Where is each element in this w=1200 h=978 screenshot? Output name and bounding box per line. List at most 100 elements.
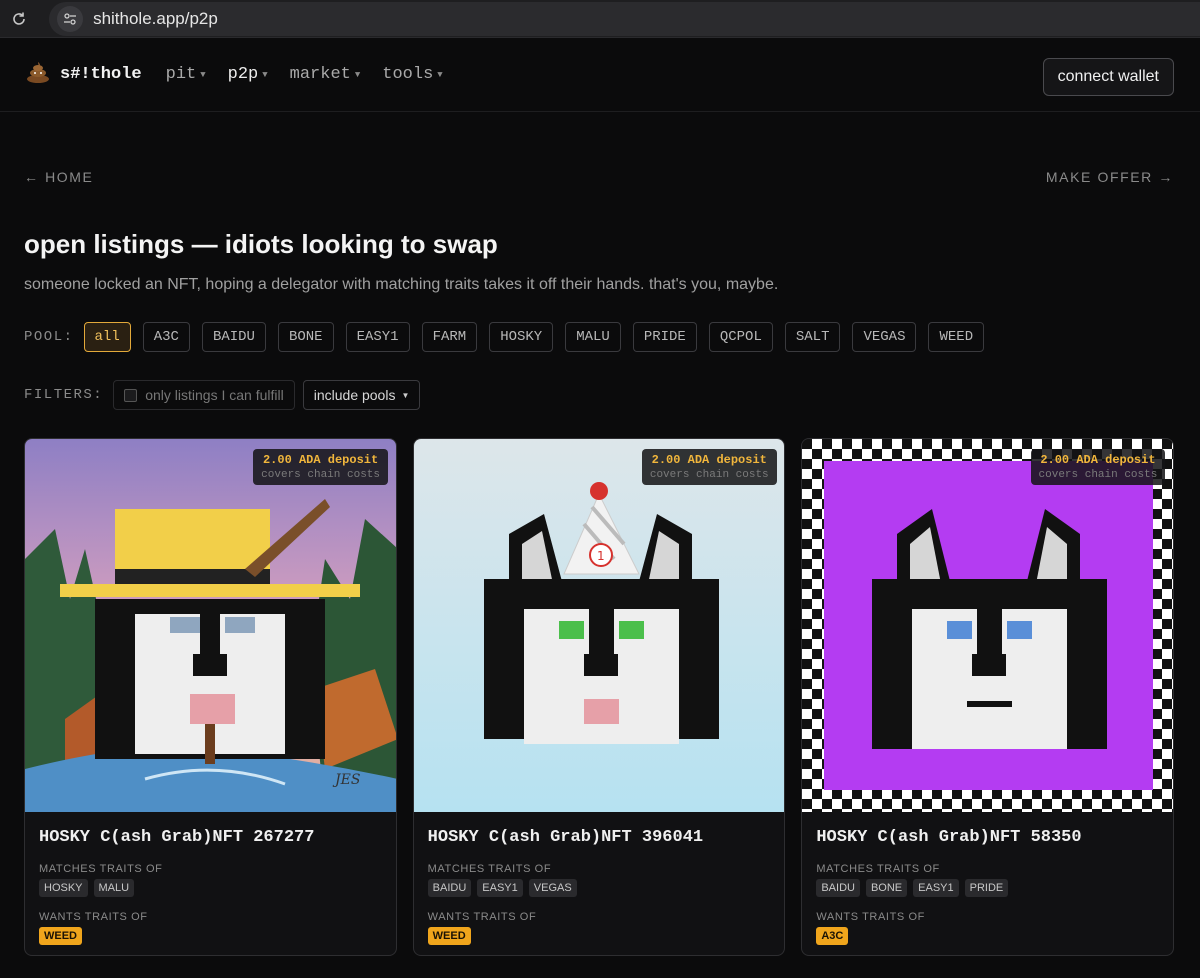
pool-pill-qcpol[interactable]: QCPOL xyxy=(708,322,773,352)
painting-signature: JES xyxy=(332,772,360,788)
pool-pill-pride[interactable]: PRIDE xyxy=(632,322,697,352)
pool-pill-hosky[interactable]: HOSKY xyxy=(489,322,554,352)
trait-tag: EASY1 xyxy=(477,879,523,897)
wants-label: WANTS TRAITS OF xyxy=(427,911,537,923)
chevron-down-icon: ▼ xyxy=(200,69,206,80)
filters-label: FILTERS: xyxy=(24,387,104,403)
pool-label: POOL: xyxy=(24,329,74,345)
nft-art-3 xyxy=(802,439,1174,812)
hat-badge-number: 1 xyxy=(597,549,605,563)
chevron-down-icon: ▼ xyxy=(437,69,443,80)
matches-label: MATCHES TRAITS OF xyxy=(39,863,163,875)
chevron-down-icon: ▼ xyxy=(354,69,361,80)
reload-icon[interactable] xyxy=(0,0,37,38)
top-nav: s#!thole pit ▼ p2p ▼ market ▼ tools ▼ connec… xyxy=(0,38,1200,112)
site-settings-icon[interactable] xyxy=(57,5,84,32)
chevron-down-icon: ▼ xyxy=(262,69,268,80)
nft-art-2: 1 xyxy=(413,439,785,812)
listing-card[interactable]: 2.00 ADA deposit covers chain costs HOSK… xyxy=(801,438,1175,956)
pool-pill-farm[interactable]: FARM xyxy=(421,322,478,352)
trait-tag: BONE xyxy=(865,879,908,897)
wanted-trait-tag: A3C xyxy=(816,927,849,945)
listing-details: HOSKY C(ash Grab)NFT 58350 MATCHES TRAIT… xyxy=(802,812,1173,955)
pool-pill-salt[interactable]: SALT xyxy=(784,322,841,352)
pool-pill-malu[interactable]: MALU xyxy=(565,322,621,352)
nav-pit[interactable]: pit ▼ xyxy=(166,65,206,84)
deposit-badge: 2.00 ADA deposit covers chain costs xyxy=(1030,449,1166,485)
fulfill-filter-label: only listings I can fulfill xyxy=(145,387,284,403)
deposit-note: covers chain costs xyxy=(261,469,380,481)
page-title: open listings — idiots looking to swap xyxy=(24,229,498,259)
nft-image-painting: JES 2.00 ADA deposit covers chain costs xyxy=(25,439,396,812)
deposit-amount: 2.00 ADA deposit xyxy=(651,453,767,467)
matches-tags: HOSKY MALU xyxy=(39,879,382,897)
nav-market-label: market xyxy=(289,65,351,84)
chevron-down-icon: ▼ xyxy=(401,390,410,400)
trait-tag: MALU xyxy=(93,879,135,897)
deposit-amount: 2.00 ADA deposit xyxy=(1040,453,1156,467)
nft-art-1: JES xyxy=(25,439,396,812)
matches-tags: BAIDU BONE EASY1 PRIDE xyxy=(816,879,1159,897)
nav-tools-label: tools xyxy=(382,65,434,84)
home-link[interactable]: ← HOME xyxy=(24,169,94,185)
wants-tags: A3C xyxy=(816,927,1159,945)
nav-p2p-label: p2p xyxy=(227,65,259,84)
nav-p2p[interactable]: p2p ▼ xyxy=(228,65,268,84)
nft-name: HOSKY C(ash Grab)NFT 267277 xyxy=(39,828,315,847)
url-text: shithole.app/p2p xyxy=(93,8,218,28)
deposit-note: covers chain costs xyxy=(1038,469,1158,481)
connect-wallet-button[interactable]: connect wallet xyxy=(1042,58,1174,96)
listing-grid: JES 2.00 ADA deposit covers chain costs … xyxy=(24,438,1175,956)
nav-market[interactable]: market ▼ xyxy=(290,65,361,84)
trait-tag: BAIDU xyxy=(816,879,860,897)
wants-label: WANTS TRAITS OF xyxy=(39,911,148,923)
browser-url-bar: shithole.app/p2p xyxy=(0,0,1200,38)
pool-pill-bone[interactable]: BONE xyxy=(277,322,334,352)
pool-pill-vegas[interactable]: VEGAS xyxy=(852,322,917,352)
filters-row: FILTERS: only listings I can fulfill inc… xyxy=(24,380,1174,410)
fulfill-filter-checkbox[interactable]: only listings I can fulfill xyxy=(113,380,295,410)
trait-tag: HOSKY xyxy=(39,879,88,897)
wanted-trait-tag: WEED xyxy=(39,927,82,945)
nav-pit-label: pit xyxy=(165,65,197,84)
listing-card[interactable]: 1 2.00 ADA deposit covers chain costs HO… xyxy=(412,438,786,956)
listing-card[interactable]: JES 2.00 ADA deposit covers chain costs … xyxy=(24,438,397,956)
pool-pill-all[interactable]: all xyxy=(83,322,131,352)
page-links: ← HOME MAKE OFFER → xyxy=(24,169,1174,185)
brand[interactable]: s#!thole xyxy=(26,61,142,88)
matches-label: MATCHES TRAITS OF xyxy=(427,863,552,875)
pool-pill-easy1[interactable]: EASY1 xyxy=(345,322,410,352)
matches-tags: BAIDU EASY1 VEGAS xyxy=(427,879,771,897)
wants-tags: WEED xyxy=(39,927,382,945)
trait-tag: EASY1 xyxy=(913,879,959,897)
pool-pill-a3c[interactable]: A3C xyxy=(142,322,190,352)
deposit-amount: 2.00 ADA deposit xyxy=(262,453,379,467)
wants-label: WANTS TRAITS OF xyxy=(816,911,925,923)
listing-details: HOSKY C(ash Grab)NFT 396041 MATCHES TRAI… xyxy=(414,812,785,955)
listing-details: HOSKY C(ash Grab)NFT 267277 MATCHES TRAI… xyxy=(25,812,396,955)
poop-logo-icon xyxy=(26,61,50,88)
page-subtitle: someone locked an NFT, hoping a delegato… xyxy=(24,276,779,293)
trait-tag: PRIDE xyxy=(964,879,1009,897)
include-pools-label: include pools xyxy=(313,387,396,403)
main-content: ← HOME MAKE OFFER → open listings — idio… xyxy=(0,169,1200,956)
pool-pill-baidu[interactable]: BAIDU xyxy=(201,322,266,352)
trait-tag: BAIDU xyxy=(427,879,472,897)
include-pools-dropdown[interactable]: include pools ▼ xyxy=(302,380,421,410)
deposit-badge: 2.00 ADA deposit covers chain costs xyxy=(641,449,777,485)
pool-pill-weed[interactable]: WEED xyxy=(928,322,985,352)
nav-tools[interactable]: tools ▼ xyxy=(382,65,442,84)
nft-image-party-hat: 1 2.00 ADA deposit covers chain costs xyxy=(413,439,785,812)
checkbox-icon[interactable] xyxy=(124,388,138,402)
brand-name: s#!thole xyxy=(60,65,142,84)
deposit-badge: 2.00 ADA deposit covers chain costs xyxy=(253,449,388,485)
nft-image-checker: 2.00 ADA deposit covers chain costs xyxy=(802,439,1174,812)
trait-tag: VEGAS xyxy=(528,879,577,897)
nft-name: HOSKY C(ash Grab)NFT 58350 xyxy=(816,828,1082,847)
matches-label: MATCHES TRAITS OF xyxy=(816,863,940,875)
wants-tags: WEED xyxy=(427,927,771,945)
wanted-trait-tag: WEED xyxy=(427,927,471,945)
deposit-note: covers chain costs xyxy=(649,469,769,481)
make-offer-link[interactable]: MAKE OFFER → xyxy=(1046,169,1174,185)
address-bar[interactable]: shithole.app/p2p xyxy=(49,1,1200,36)
